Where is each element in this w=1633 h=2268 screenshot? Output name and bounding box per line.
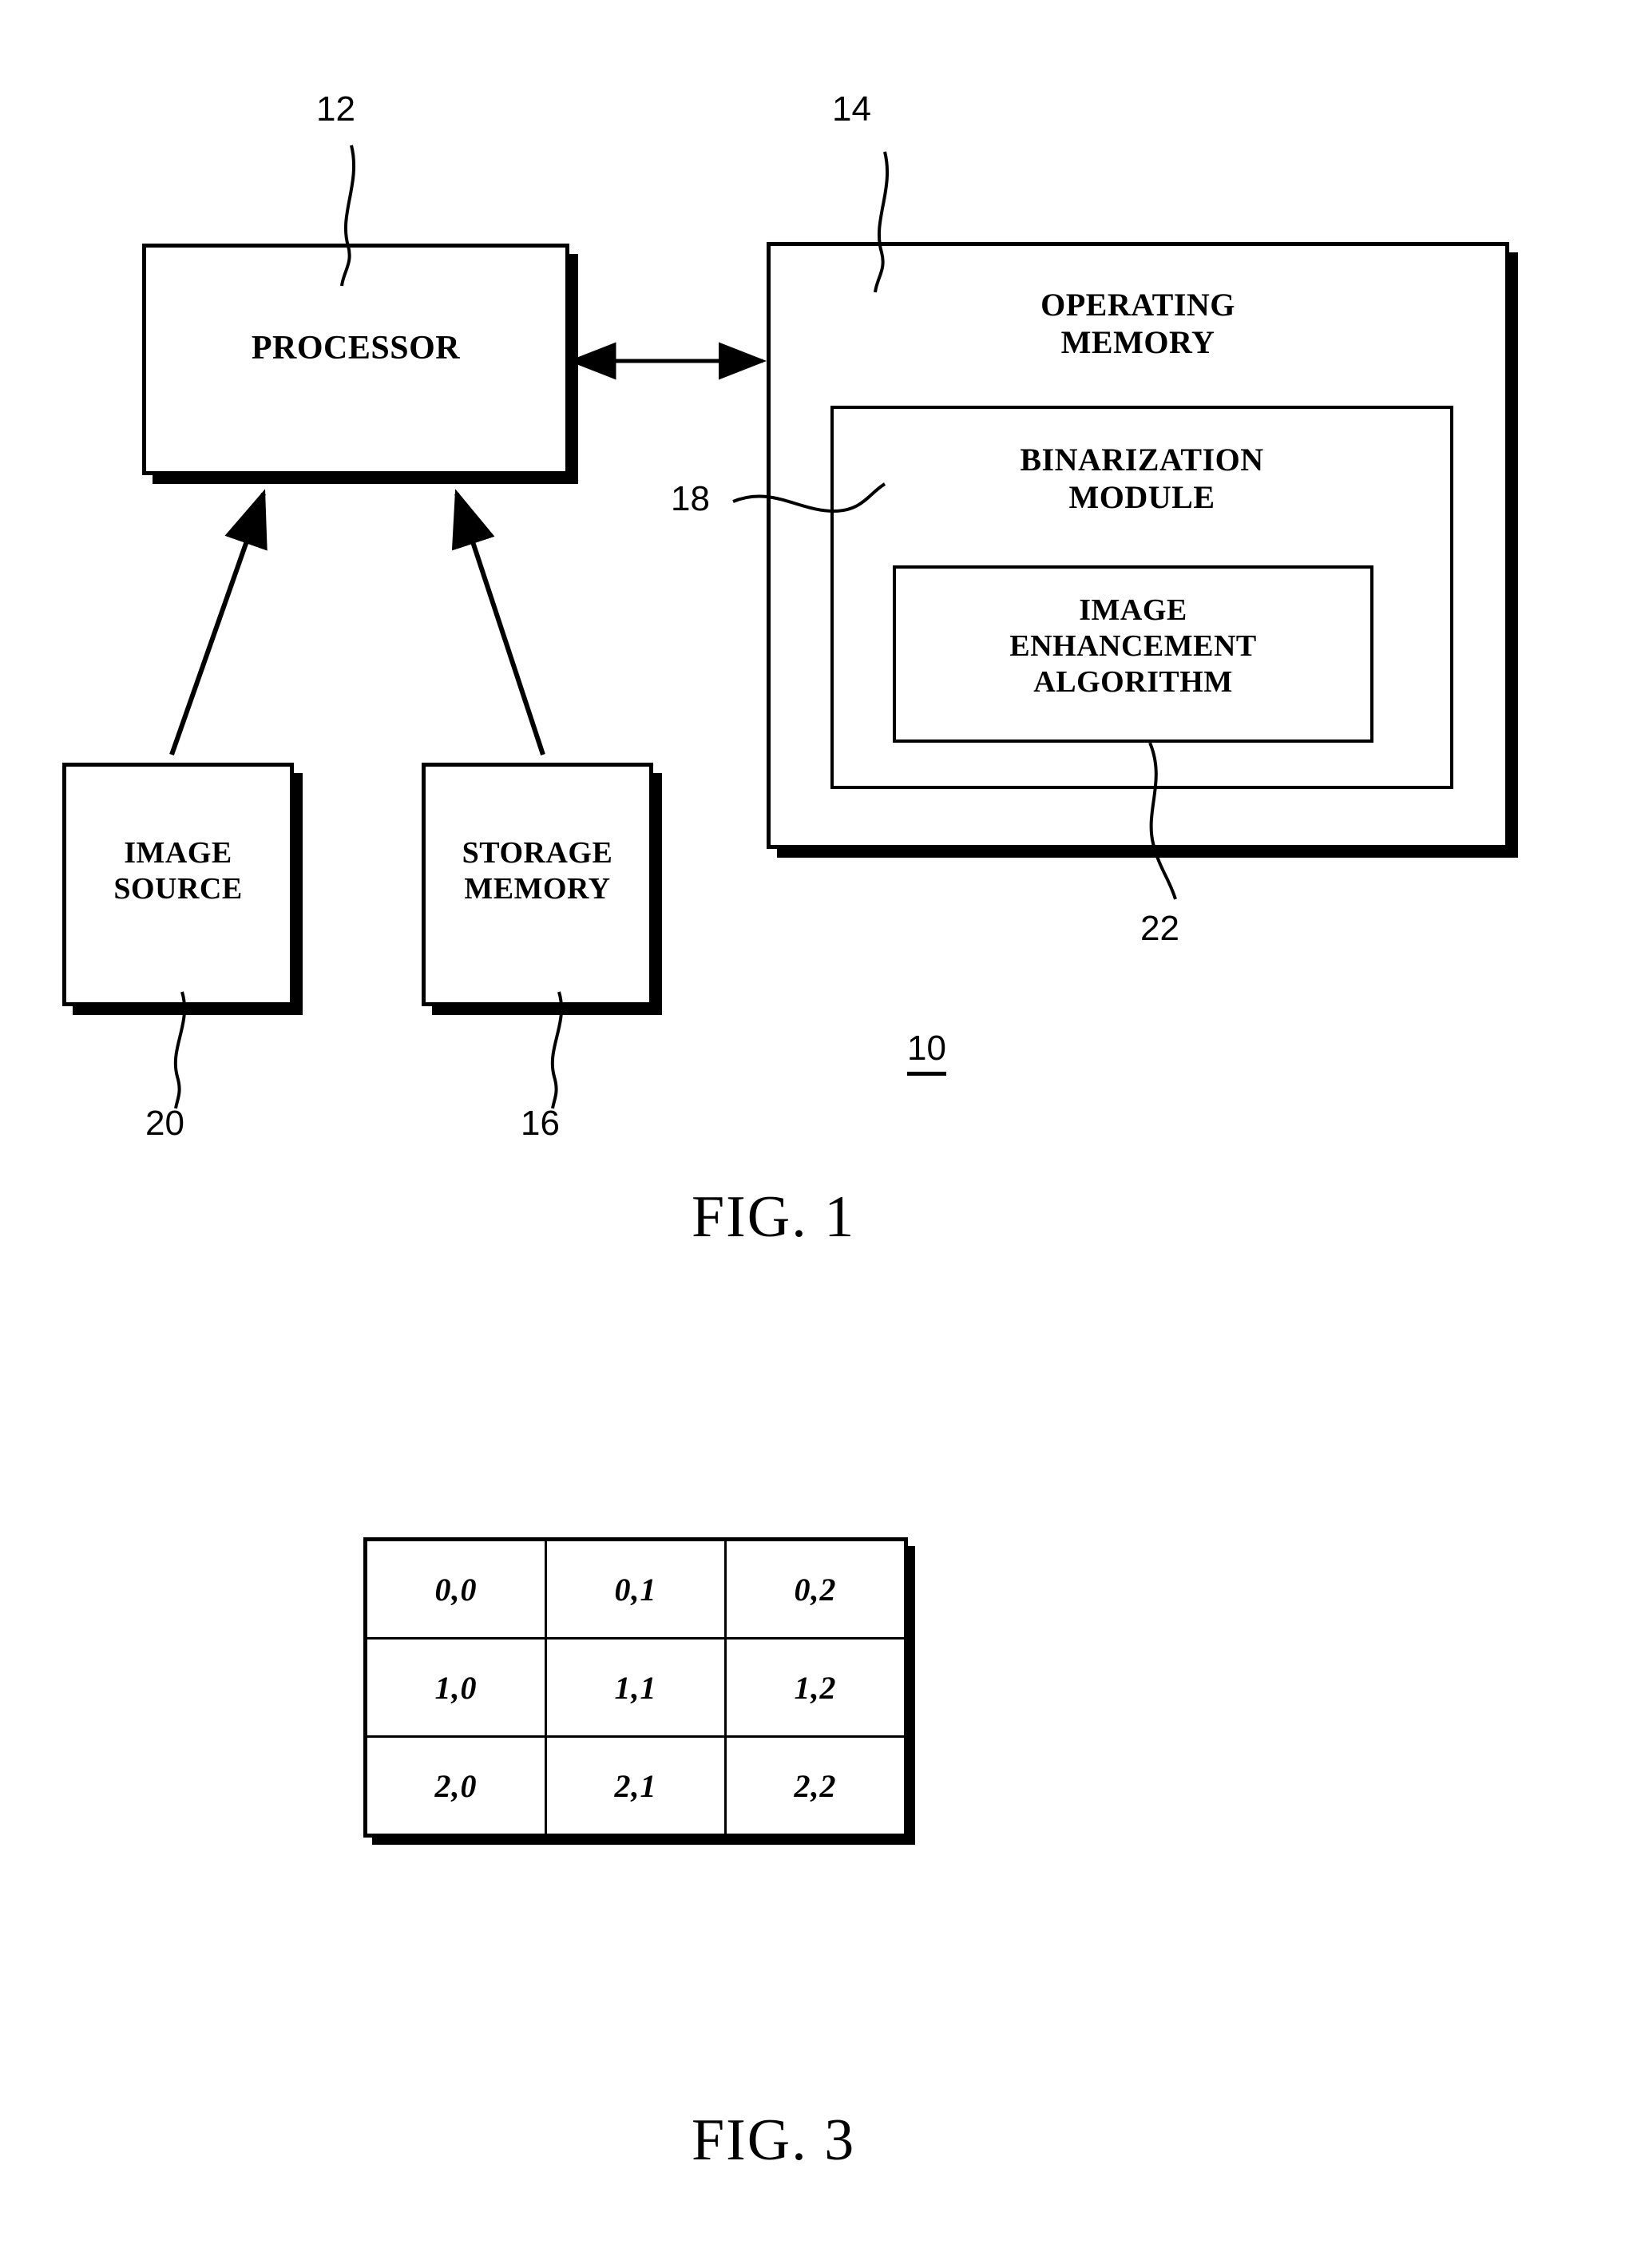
- table-cell-0-0: 0,0: [364, 1538, 547, 1640]
- table-row: 0,0 0,1 0,2: [364, 1538, 907, 1640]
- table-cell-1-0: 1,0: [364, 1637, 547, 1738]
- block-processor: PROCESSOR: [142, 244, 569, 475]
- table-cell-0-1: 0,1: [545, 1538, 727, 1640]
- table-row: 1,0 1,1 1,2: [364, 1637, 907, 1738]
- patent-drawing-sheet: PROCESSOR OPERATING MEMORY BINARIZATION …: [0, 0, 1633, 2268]
- figure-3-caption: FIG. 3: [692, 2107, 856, 2173]
- table-row: 2,0 2,1 2,2: [364, 1735, 907, 1837]
- connector-storage-memory-to-processor: [451, 489, 545, 755]
- block-image-source: IMAGE SOURCE: [62, 763, 294, 1006]
- table-cell-0-2: 0,2: [724, 1538, 907, 1640]
- pixel-neighborhood-table: 0,0 0,1 0,2 1,0 1,1 1,2 2,0 2,1 2,2: [363, 1537, 908, 1838]
- ref-numeral-18: 18: [671, 479, 710, 518]
- ref-numeral-12: 12: [316, 89, 355, 129]
- table-cell-2-2: 2,2: [724, 1735, 907, 1837]
- ref-numeral-10: 10: [907, 1029, 946, 1076]
- block-operating-memory-label: OPERATING MEMORY: [1040, 287, 1235, 361]
- block-processor-label: PROCESSOR: [251, 330, 461, 367]
- leader-line-20: [173, 991, 187, 1109]
- table-cell-1-2: 1,2: [724, 1637, 907, 1738]
- figure-1-caption: FIG. 1: [692, 1184, 856, 1250]
- ref-numeral-16: 16: [521, 1104, 560, 1143]
- table-cell-1-1: 1,1: [545, 1637, 727, 1738]
- ref-numeral-22: 22: [1140, 909, 1179, 948]
- ref-numeral-20: 20: [145, 1104, 184, 1143]
- connector-image-source-to-processor: [169, 489, 268, 755]
- block-binarization-module-label: BINARIZATION MODULE: [1020, 442, 1264, 516]
- block-image-enhancement-algorithm-label: IMAGE ENHANCEMENT ALGORITHM: [1009, 593, 1257, 699]
- block-image-source-label: IMAGE SOURCE: [113, 836, 243, 906]
- table-cell-2-1: 2,1: [545, 1735, 727, 1837]
- ref-numeral-14: 14: [832, 89, 871, 129]
- table-body: 0,0 0,1 0,2 1,0 1,1 1,2 2,0 2,1 2,2: [364, 1538, 907, 1837]
- table-cell-2-0: 2,0: [364, 1735, 547, 1837]
- block-storage-memory-label: STORAGE MEMORY: [462, 836, 613, 906]
- block-image-enhancement-algorithm: IMAGE ENHANCEMENT ALGORITHM: [893, 565, 1373, 743]
- block-storage-memory: STORAGE MEMORY: [422, 763, 653, 1006]
- leader-line-16: [550, 991, 564, 1109]
